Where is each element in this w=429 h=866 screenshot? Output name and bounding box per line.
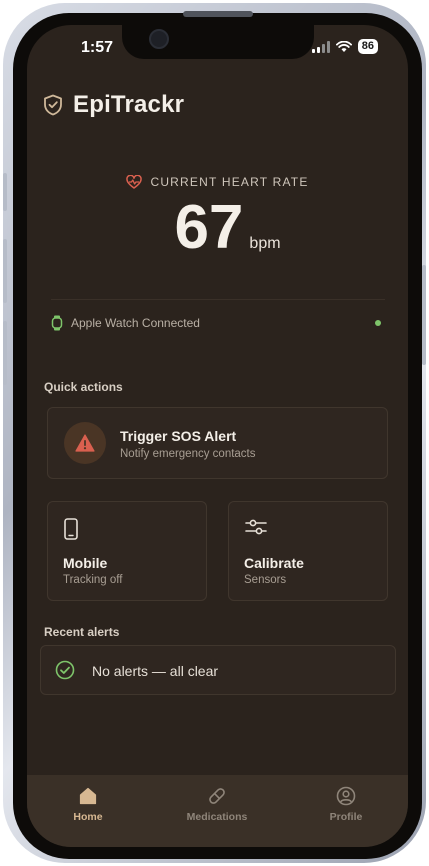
watch-icon: [51, 315, 63, 330]
phone-icon: [64, 518, 78, 540]
tab-medications-label: Medications: [186, 811, 248, 823]
warning-triangle-icon: [75, 434, 95, 452]
mobile-tile-subtitle: Tracking off: [63, 574, 123, 586]
volume-up-button: [3, 239, 7, 303]
app-screen: 1:57 86 EpiTrackr CURRENT HEART RATE 67 …: [27, 25, 408, 847]
power-button: [422, 265, 426, 365]
tab-profile[interactable]: Profile: [291, 785, 401, 823]
heart-rate-panel: CURRENT HEART RATE 67 bpm: [27, 175, 408, 261]
sos-title: Trigger SOS Alert: [120, 428, 237, 444]
tab-profile-label: Profile: [329, 811, 363, 823]
volume-down-button: [3, 321, 7, 385]
cellular-signal-icon: [311, 40, 330, 53]
tab-medications[interactable]: Medications: [162, 785, 272, 823]
app-title: EpiTrackr: [73, 91, 185, 118]
recent-alerts-title: Recent alerts: [44, 625, 120, 639]
calibrate-tile-title: Calibrate: [244, 555, 304, 571]
battery-indicator: 86: [357, 39, 378, 54]
heart-pulse-icon: [126, 175, 143, 189]
mute-switch: [3, 173, 7, 211]
device-connection-label: Apple Watch Connected: [71, 315, 200, 330]
app-header: EpiTrackr: [43, 91, 184, 119]
home-icon: [79, 787, 97, 805]
trigger-sos-button[interactable]: Trigger SOS Alert Notify emergency conta…: [47, 407, 388, 479]
mobile-tracking-tile[interactable]: Mobile Tracking off: [47, 501, 207, 601]
tab-home-label: Home: [73, 811, 103, 823]
bottom-tab-bar: Home Medications Profile: [27, 775, 408, 847]
pill-icon: [209, 788, 225, 804]
heart-rate-reading: 67 bpm: [27, 195, 408, 261]
wifi-icon: [335, 40, 352, 52]
sos-icon-badge: [64, 422, 106, 464]
profile-icon: [336, 786, 356, 806]
status-icons: 86: [311, 39, 378, 54]
recent-alerts-card[interactable]: No alerts — all clear: [40, 645, 396, 695]
heart-rate-unit: bpm: [249, 235, 281, 252]
heart-rate-label-row: CURRENT HEART RATE: [27, 175, 408, 189]
sliders-icon: [245, 519, 267, 535]
device-connection-row[interactable]: Apple Watch Connected: [51, 299, 385, 345]
tab-home[interactable]: Home: [33, 785, 143, 823]
status-time: 1:57: [81, 39, 114, 56]
shield-check-icon: [44, 94, 62, 116]
earpiece-speaker: [183, 11, 253, 17]
mobile-tile-title: Mobile: [63, 555, 108, 571]
calibrate-sensors-tile[interactable]: Calibrate Sensors: [228, 501, 388, 601]
heart-rate-value: 67: [174, 193, 244, 262]
quick-actions-title: Quick actions: [44, 380, 123, 394]
front-camera: [149, 29, 169, 49]
check-circle-icon: [55, 660, 75, 680]
calibrate-tile-subtitle: Sensors: [244, 574, 287, 586]
connection-status-dot: [375, 320, 381, 326]
sos-subtitle: Notify emergency contacts: [120, 448, 256, 460]
heart-rate-label: CURRENT HEART RATE: [150, 175, 309, 189]
notch: [122, 25, 314, 59]
no-alerts-message: No alerts — all clear: [92, 663, 219, 679]
